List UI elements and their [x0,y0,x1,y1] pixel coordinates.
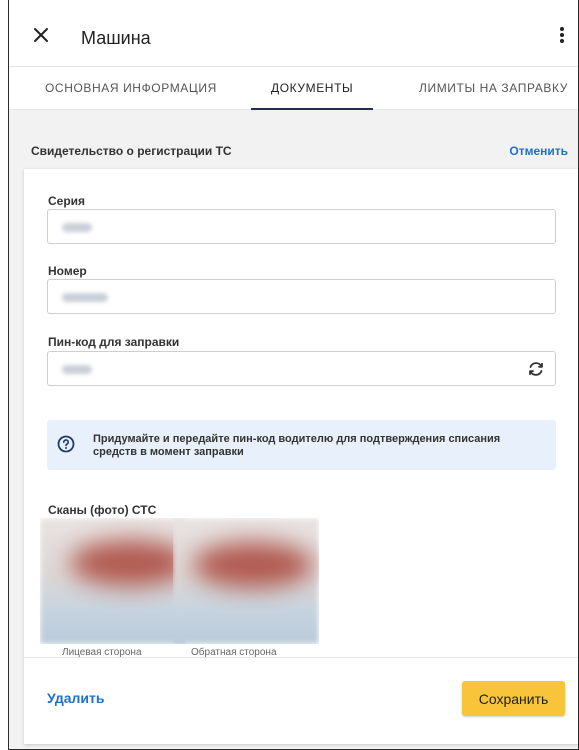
section-title: Свидетельство о регистрации ТС [31,144,232,158]
tab-main-info[interactable]: ОСНОВНАЯ ИНФОРМАЦИЯ [45,67,217,110]
series-input[interactable] [47,209,556,244]
cancel-link[interactable]: Отменить [509,144,568,158]
footer-divider [24,657,578,658]
delete-button[interactable]: Удалить [47,690,104,706]
tab-documents[interactable]: ДОКУМЕНТЫ [250,67,374,110]
pin-input[interactable] [47,351,556,386]
tab-bar: ОСНОВНАЯ ИНФОРМАЦИЯ ДОКУМЕНТЫ ЛИМИТЫ НА … [9,66,578,110]
pin-info-box: Придумайте и передайте пин-код водителю … [47,420,556,470]
vehicle-panel: Машина ОСНОВНАЯ ИНФОРМАЦИЯ ДОКУМЕНТЫ ЛИМ… [8,0,579,750]
pin-info-text: Придумайте и передайте пин-код водителю … [93,433,501,458]
scan-front-image[interactable] [40,518,186,644]
help-icon [57,435,75,453]
document-card: Серия Номер Пин-код для заправки Придума… [24,169,578,744]
series-label: Серия [48,194,86,208]
masked-value [62,365,92,374]
more-vertical-icon[interactable] [558,27,566,47]
scan-back-image[interactable] [173,518,319,644]
refresh-icon[interactable] [527,360,545,378]
tab-refuel-limits[interactable]: ЛИМИТЫ НА ЗАПРАВКУ [419,67,568,110]
number-label: Номер [48,264,87,278]
number-input[interactable] [47,279,556,314]
page-title: Машина [81,28,151,48]
header: Машина [9,0,578,66]
masked-value [62,293,108,302]
scans-title: Сканы (фото) СТС [48,503,157,517]
pin-label: Пин-код для заправки [48,335,180,349]
save-button[interactable]: Сохранить [462,681,565,716]
masked-value [62,223,92,232]
close-icon[interactable] [31,25,51,45]
